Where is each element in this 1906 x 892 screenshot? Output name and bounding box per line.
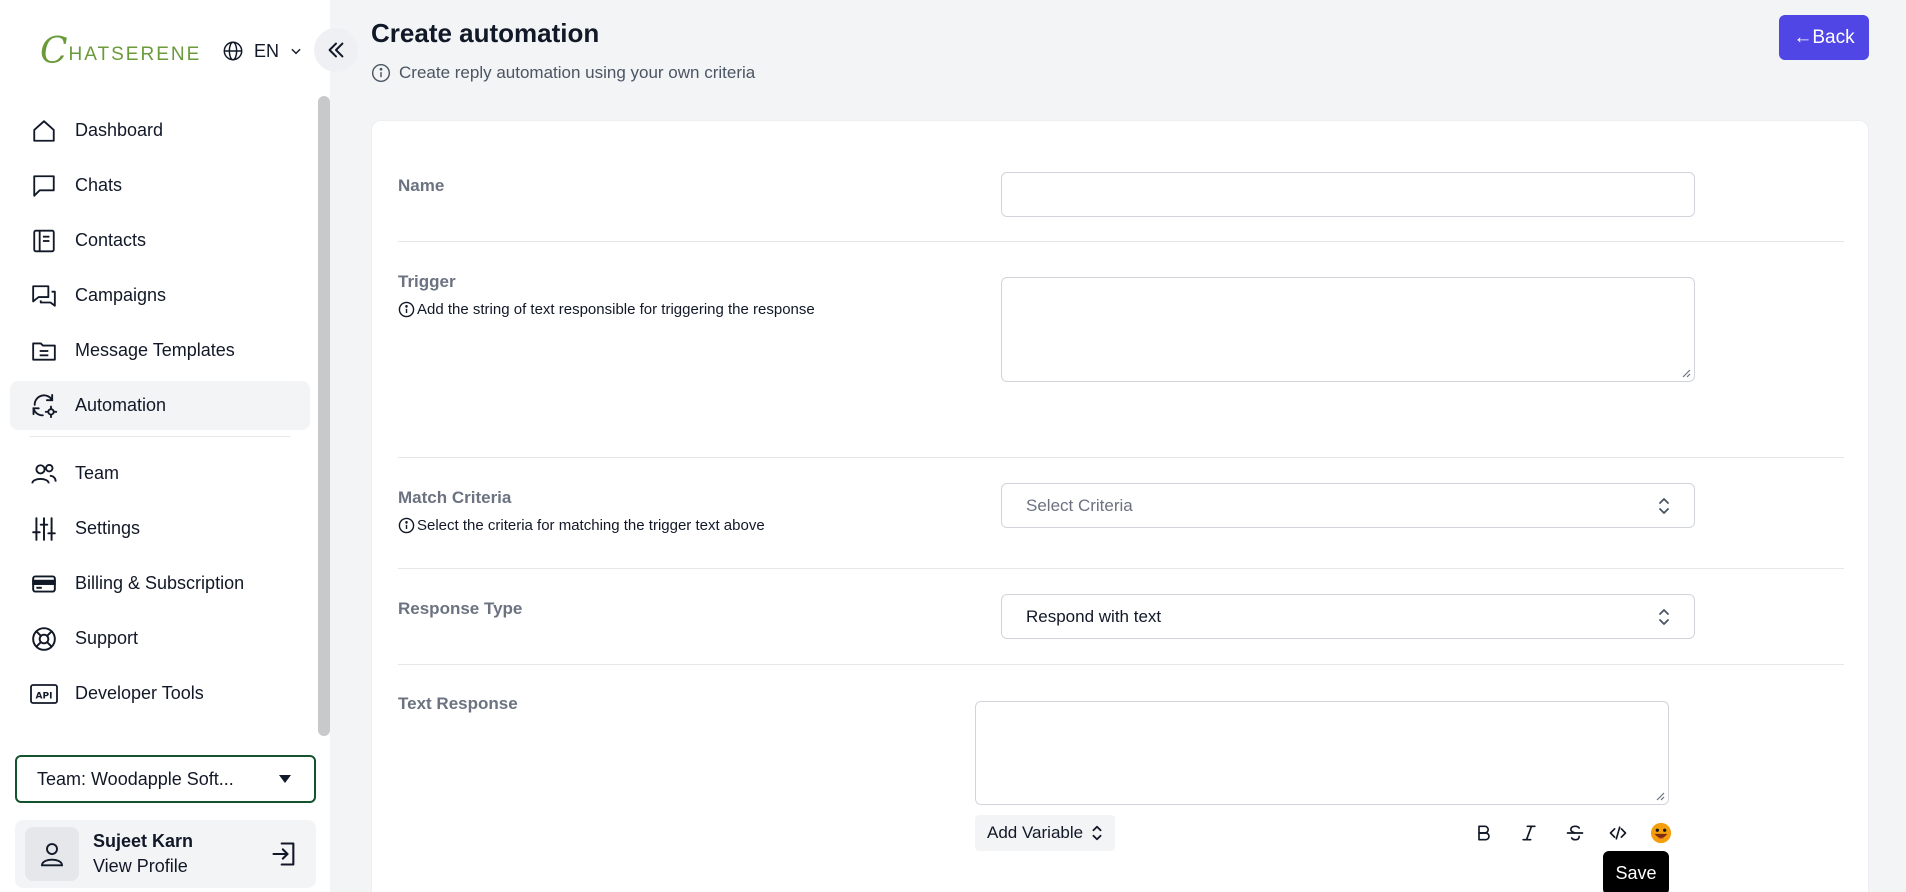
sidebar-item-team[interactable]: Team <box>10 449 310 498</box>
sliders-icon <box>30 515 58 543</box>
sidebar-item-campaigns[interactable]: Campaigns <box>10 271 310 320</box>
emoji-icon[interactable] <box>1649 821 1673 845</box>
credit-card-icon <box>30 570 58 598</box>
api-icon: API <box>30 680 58 708</box>
resize-handle-icon[interactable] <box>1655 791 1665 801</box>
sidebar-item-label: Support <box>75 628 139 648</box>
info-icon <box>371 63 391 83</box>
sidebar-item-developer-tools[interactable]: API Developer Tools <box>10 669 310 718</box>
match-criteria-label: Match Criteria <box>398 488 512 507</box>
match-criteria-help-text: Select the criteria for matching the tri… <box>417 517 765 534</box>
text-response-textarea[interactable] <box>975 701 1669 805</box>
sidebar-item-billing[interactable]: Billing & Subscription <box>10 559 310 608</box>
user-icon <box>41 843 63 867</box>
sidebar-item-label: Automation <box>75 395 167 415</box>
response-type-row: Response Type Respond with text <box>398 569 1844 665</box>
response-type-select[interactable]: Respond with text <box>1001 594 1695 639</box>
select-arrows-icon <box>1659 497 1669 514</box>
trigger-help: Add the string of text responsible for t… <box>398 301 815 318</box>
text-response-label: Text Response <box>398 694 518 713</box>
match-criteria-help: Select the criteria for matching the tri… <box>398 517 765 534</box>
resize-handle-icon[interactable] <box>1681 368 1691 378</box>
select-arrows-icon <box>1092 825 1102 841</box>
folder-icon <box>30 337 58 365</box>
globe-icon <box>223 41 243 61</box>
sidebar-item-message-templates[interactable]: Message Templates <box>10 326 310 375</box>
automation-icon <box>30 392 58 420</box>
back-button[interactable]: ←Back <box>1779 15 1869 60</box>
double-chevron-left-icon <box>328 42 344 58</box>
sidebar-item-label: Contacts <box>75 230 147 250</box>
sidebar-item-label: Dashboard <box>75 120 164 140</box>
profile-name: Sujeet Karn <box>93 831 194 851</box>
sidebar-item-chats[interactable]: Chats <box>10 161 310 210</box>
italic-icon[interactable] <box>1517 821 1541 845</box>
sidebar-scrollbar[interactable] <box>318 96 330 736</box>
svg-text:API: API <box>36 691 53 701</box>
name-input[interactable] <box>1001 172 1695 217</box>
language-selector[interactable]: EN <box>222 40 303 62</box>
team-select[interactable]: Team: Woodapple Soft... <box>15 755 316 803</box>
response-type-label: Response Type <box>398 599 523 618</box>
contact-book-icon <box>30 227 58 255</box>
view-profile-link[interactable]: View Profile <box>93 856 193 877</box>
name-row: Name <box>398 121 1844 242</box>
save-button[interactable]: Save <box>1603 851 1669 892</box>
home-icon <box>30 117 58 145</box>
subtitle-text: Create reply automation using your own c… <box>399 63 756 82</box>
strikethrough-icon[interactable] <box>1563 821 1587 845</box>
select-arrows-icon <box>1659 608 1669 625</box>
chevron-down-icon <box>291 48 301 55</box>
sidebar-item-dashboard[interactable]: Dashboard <box>10 106 310 155</box>
sidebar-item-support[interactable]: Support <box>10 614 310 663</box>
sidebar-item-label: Billing & Subscription <box>75 573 245 593</box>
sidebar-item-label: Developer Tools <box>75 683 204 703</box>
sidebar-item-contacts[interactable]: Contacts <box>10 216 310 265</box>
text-formatting-toolbar: Add Variable <box>975 815 1672 851</box>
info-icon <box>398 517 415 534</box>
team-icon <box>30 460 58 488</box>
lifebuoy-icon <box>30 625 58 653</box>
sidebar-nav: Dashboard Chats Contacts Campaigns Messa… <box>10 106 310 724</box>
automation-form-card: Name Trigger Add the string of text resp… <box>371 120 1869 892</box>
match-criteria-placeholder: Select Criteria <box>1026 495 1133 515</box>
logo-text: HATSERENE <box>68 44 202 65</box>
bold-icon[interactable] <box>1472 821 1496 845</box>
info-icon <box>398 301 415 318</box>
trigger-label: Trigger <box>398 272 456 291</box>
add-variable-button[interactable]: Add Variable <box>975 815 1116 851</box>
match-criteria-select[interactable]: Select Criteria <box>1001 483 1695 528</box>
logo: C HATSERENE <box>40 34 201 70</box>
add-variable-label: Add Variable <box>987 823 1084 842</box>
sidebar-item-label: Chats <box>75 175 123 195</box>
trigger-row: Trigger Add the string of text responsib… <box>398 242 1844 458</box>
sidebar-item-label: Message Templates <box>75 340 235 360</box>
trigger-help-text: Add the string of text responsible for t… <box>417 301 815 318</box>
trigger-textarea[interactable] <box>1001 277 1695 382</box>
nav-divider <box>30 436 290 437</box>
collapse-sidebar-button[interactable] <box>314 28 358 72</box>
logout-icon[interactable] <box>270 840 298 873</box>
profile-card: Sujeet Karn View Profile <box>15 820 316 888</box>
name-label: Name <box>398 176 445 195</box>
campaign-icon <box>30 282 58 310</box>
chat-bubble-icon <box>30 172 58 200</box>
sidebar-item-label: Team <box>75 463 120 483</box>
code-icon[interactable] <box>1606 821 1630 845</box>
response-type-value: Respond with text <box>1026 606 1162 626</box>
page-subtitle: Create reply automation using your own c… <box>371 63 755 83</box>
sidebar-item-label: Settings <box>75 518 141 538</box>
sidebar-item-label: Campaigns <box>75 285 167 305</box>
team-select-value: Team: Woodapple Soft... <box>37 768 234 789</box>
sidebar-item-settings[interactable]: Settings <box>10 504 310 553</box>
avatar <box>25 827 79 881</box>
sidebar: C HATSERENE EN Dashboard Chats Contacts … <box>0 0 330 892</box>
logo-initial: C <box>40 31 68 72</box>
language-code: EN <box>254 40 280 61</box>
sidebar-item-automation[interactable]: Automation <box>10 381 310 430</box>
page-title: Create automation <box>371 18 600 48</box>
caret-down-icon <box>279 775 291 783</box>
match-criteria-row: Match Criteria Select the criteria for m… <box>398 458 1844 569</box>
